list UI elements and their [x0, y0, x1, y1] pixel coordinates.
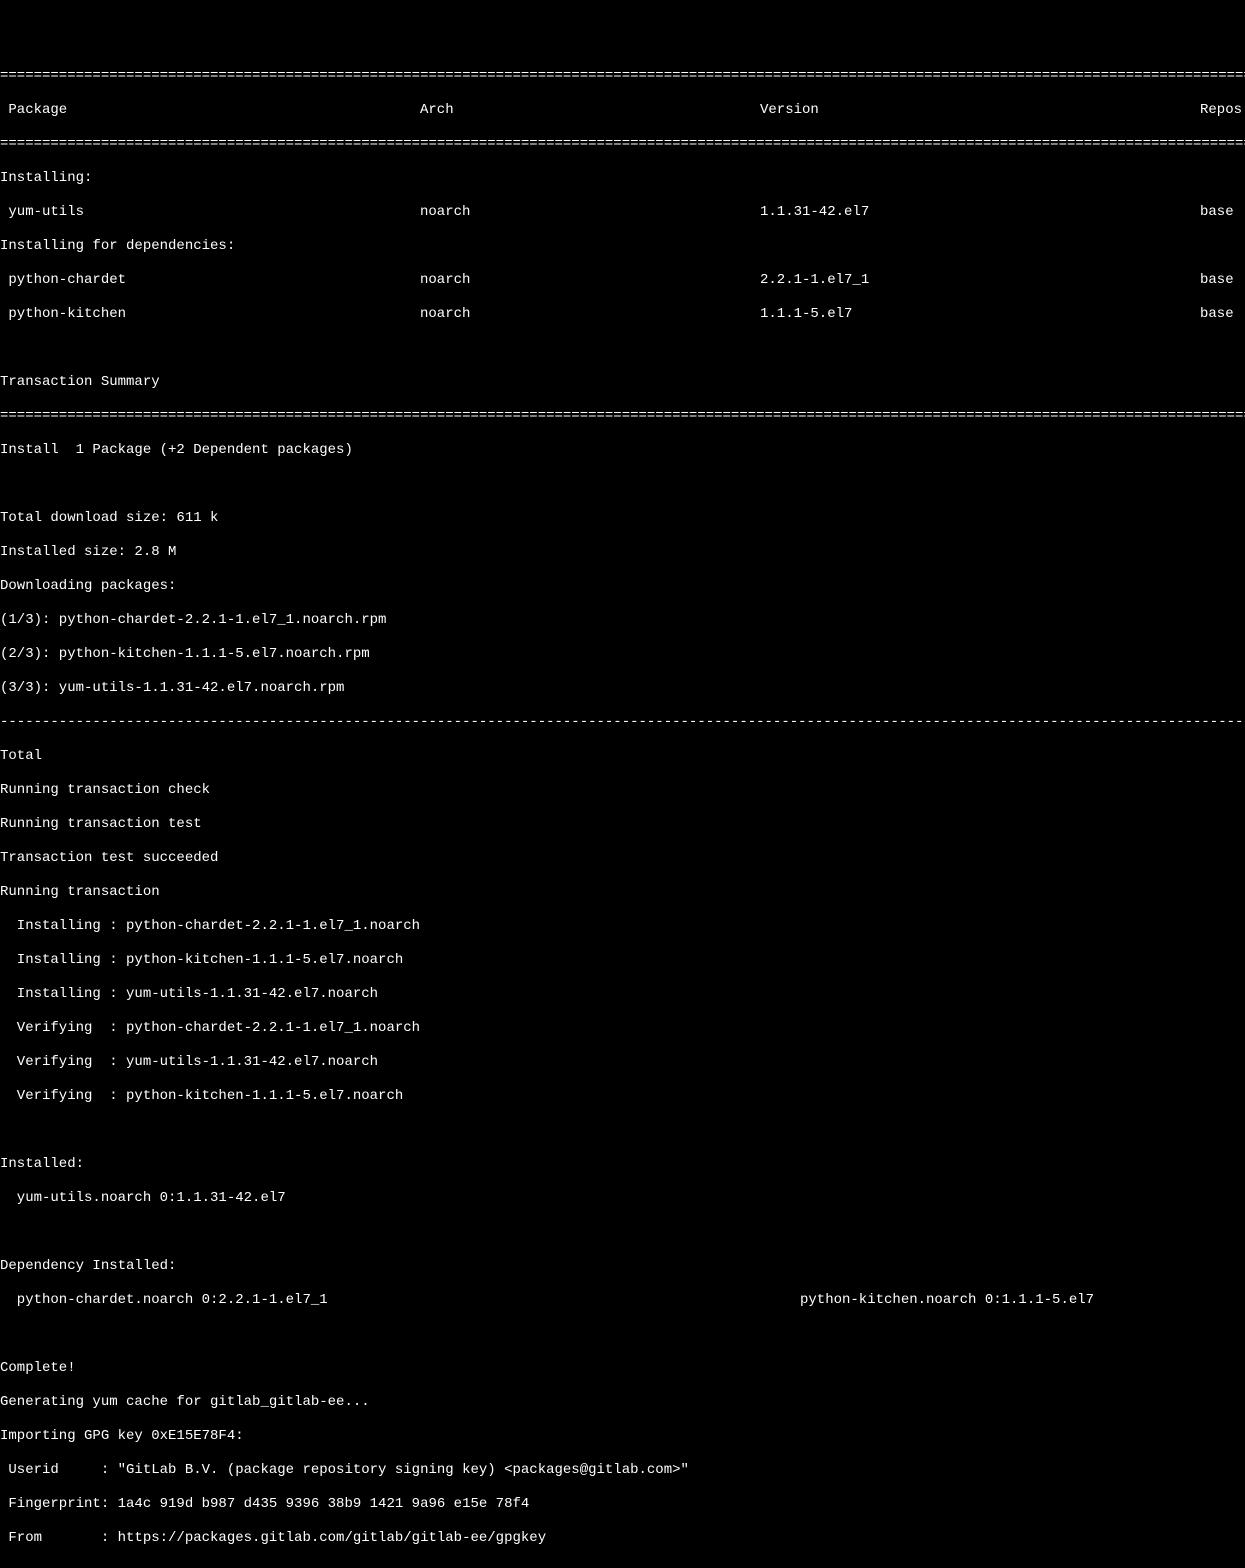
gpg-userid: Userid : "GitLab B.V. (package repositor… — [0, 1462, 1245, 1479]
divider: ========================================… — [0, 136, 1245, 153]
divider: ========================================… — [0, 408, 1245, 425]
section-installing: Installing: — [0, 170, 1245, 187]
table-header: PackageArchVersionRepos — [0, 102, 1245, 119]
install-line: Installing : python-chardet-2.2.1-1.el7_… — [0, 918, 1245, 935]
transaction-test: Running transaction test — [0, 816, 1245, 833]
pkg-name: yum-utils — [0, 204, 420, 221]
dep-installed-col2: python-kitchen.noarch 0:1.1.1-5.el7 — [800, 1292, 1200, 1309]
pkg-repo: base — [1200, 306, 1245, 323]
install-summary: Install 1 Package (+2 Dependent packages… — [0, 442, 1245, 459]
blank-line — [0, 1224, 1245, 1241]
transaction-summary-label: Transaction Summary — [0, 374, 1245, 391]
header-package: Package — [0, 102, 420, 119]
header-repo: Repos — [1200, 102, 1245, 119]
gpg-fingerprint: Fingerprint: 1a4c 919d b987 d435 9396 38… — [0, 1496, 1245, 1513]
install-line: Installing : yum-utils-1.1.31-42.el7.noa… — [0, 986, 1245, 1003]
dep-installed-col1: python-chardet.noarch 0:2.2.1-1.el7_1 — [0, 1292, 800, 1309]
header-version: Version — [760, 102, 1200, 119]
installed-label: Installed: — [0, 1156, 1245, 1173]
complete-label: Complete! — [0, 1360, 1245, 1377]
install-line: Installing : python-kitchen-1.1.1-5.el7.… — [0, 952, 1245, 969]
dep-installed-label: Dependency Installed: — [0, 1258, 1245, 1275]
table-row: python-kitchennoarch1.1.1-5.el7base — [0, 306, 1245, 323]
pkg-repo: base — [1200, 272, 1245, 289]
gen-cache: Generating yum cache for gitlab_gitlab-e… — [0, 1394, 1245, 1411]
table-row: yum-utilsnoarch1.1.31-42.el7base — [0, 204, 1245, 221]
total-label: Total — [0, 748, 1245, 765]
pkg-version: 2.2.1-1.el7_1 — [760, 272, 1200, 289]
pkg-name: python-chardet — [0, 272, 420, 289]
installed-size: Installed size: 2.8 M — [0, 544, 1245, 561]
pkg-version: 1.1.1-5.el7 — [760, 306, 1200, 323]
header-arch: Arch — [420, 102, 760, 119]
pkg-version: 1.1.31-42.el7 — [760, 204, 1200, 221]
terminal-output: ========================================… — [0, 51, 1245, 1568]
download-size: Total download size: 611 k — [0, 510, 1245, 527]
gpg-import: Importing GPG key 0xE15E78F4: — [0, 1428, 1245, 1445]
pkg-repo: base — [1200, 204, 1245, 221]
running-transaction: Running transaction — [0, 884, 1245, 901]
table-row: python-chardetnoarch2.2.1-1.el7_1base — [0, 272, 1245, 289]
pkg-arch: noarch — [420, 204, 760, 221]
blank-line — [0, 1122, 1245, 1139]
pkg-name: python-kitchen — [0, 306, 420, 323]
blank-line — [0, 1326, 1245, 1343]
pkg-arch: noarch — [420, 306, 760, 323]
blank-line — [0, 340, 1245, 357]
transaction-check: Running transaction check — [0, 782, 1245, 799]
download-line: (1/3): python-chardet-2.2.1-1.el7_1.noar… — [0, 612, 1245, 629]
pkg-arch: noarch — [420, 272, 760, 289]
verify-line: Verifying : yum-utils-1.1.31-42.el7.noar… — [0, 1054, 1245, 1071]
divider: ========================================… — [0, 68, 1245, 85]
verify-line: Verifying : python-kitchen-1.1.1-5.el7.n… — [0, 1088, 1245, 1105]
verify-line: Verifying : python-chardet-2.2.1-1.el7_1… — [0, 1020, 1245, 1037]
download-line: (3/3): yum-utils-1.1.31-42.el7.noarch.rp… — [0, 680, 1245, 697]
installed-line: yum-utils.noarch 0:1.1.31-42.el7 — [0, 1190, 1245, 1207]
section-installing-deps: Installing for dependencies: — [0, 238, 1245, 255]
downloading-label: Downloading packages: — [0, 578, 1245, 595]
divider: ----------------------------------------… — [0, 714, 1245, 731]
dep-installed-row: python-chardet.noarch 0:2.2.1-1.el7_1pyt… — [0, 1292, 1245, 1309]
gpg-from: From : https://packages.gitlab.com/gitla… — [0, 1530, 1245, 1547]
blank-line — [0, 1564, 1245, 1568]
download-line: (2/3): python-kitchen-1.1.1-5.el7.noarch… — [0, 646, 1245, 663]
transaction-test-ok: Transaction test succeeded — [0, 850, 1245, 867]
blank-line — [0, 476, 1245, 493]
